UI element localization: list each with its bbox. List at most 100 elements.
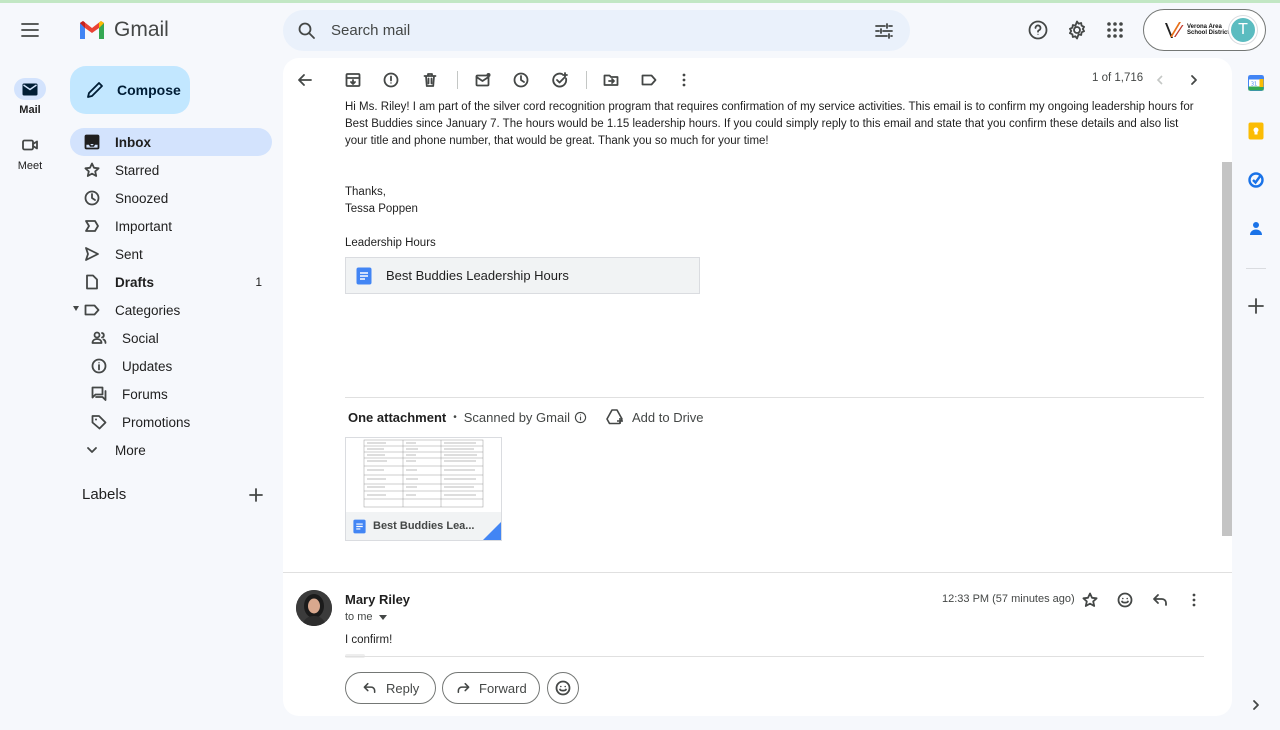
calendar-app-button[interactable]: 31 bbox=[1247, 74, 1265, 92]
add-to-drive-button[interactable]: Add to Drive bbox=[632, 410, 704, 425]
message-divider bbox=[283, 572, 1232, 573]
sidebar-item-label: Drafts bbox=[115, 274, 155, 290]
sidebar-item-social[interactable]: Social bbox=[70, 324, 272, 352]
top-accent-line bbox=[0, 0, 1280, 3]
emoji-reaction-button[interactable] bbox=[1115, 590, 1135, 610]
sidebar-item-snoozed[interactable]: Snoozed bbox=[70, 184, 272, 212]
report-spam-button[interactable] bbox=[381, 70, 401, 90]
sidebar-item-more[interactable]: More bbox=[70, 436, 272, 464]
caret-down-icon[interactable] bbox=[73, 306, 79, 311]
attachment-title: One attachment bbox=[348, 409, 447, 425]
attachment-thumbnail[interactable]: Best Buddies Lea... bbox=[345, 437, 502, 541]
sidebar-item-label: Inbox bbox=[115, 134, 151, 150]
calendar-icon: 31 bbox=[1248, 75, 1264, 91]
toolbar-divider bbox=[586, 71, 587, 89]
move-to-button[interactable] bbox=[601, 70, 621, 90]
forward-icon bbox=[457, 682, 470, 694]
star-button[interactable] bbox=[1080, 590, 1100, 610]
tasks-app-button[interactable] bbox=[1247, 171, 1265, 189]
older-button[interactable] bbox=[1184, 70, 1204, 90]
sidebar-item-categories[interactable]: Categories bbox=[70, 296, 272, 324]
reply-message-body: I confirm! bbox=[345, 634, 393, 646]
sidebar-item-promotions[interactable]: Promotions bbox=[70, 408, 272, 436]
google-docs-icon bbox=[353, 519, 366, 533]
sidebar-item-inbox[interactable]: Inbox bbox=[70, 128, 272, 156]
apps-grid-icon bbox=[1107, 22, 1123, 38]
sidebar-item-sent[interactable]: Sent bbox=[70, 240, 272, 268]
search-input[interactable]: Search mail bbox=[331, 22, 874, 39]
back-button[interactable] bbox=[295, 70, 315, 90]
rail-meet[interactable]: Meet bbox=[6, 134, 54, 172]
main-menu-button[interactable] bbox=[14, 14, 46, 46]
keep-app-button[interactable] bbox=[1247, 122, 1265, 140]
forum-icon bbox=[91, 386, 107, 401]
gear-icon bbox=[1069, 20, 1085, 40]
hamburger-icon bbox=[21, 23, 39, 37]
message-more-button[interactable] bbox=[1184, 590, 1204, 610]
sidebar-item-updates[interactable]: Updates bbox=[70, 352, 272, 380]
search-bar[interactable]: Search mail bbox=[283, 10, 910, 51]
attachment-divider bbox=[345, 397, 1204, 398]
react-button[interactable] bbox=[547, 672, 579, 704]
inbox-icon bbox=[84, 134, 100, 150]
support-button[interactable] bbox=[1024, 16, 1052, 44]
mail-icon bbox=[22, 83, 38, 95]
get-addons-button[interactable] bbox=[1247, 297, 1265, 315]
side-panel-divider bbox=[1246, 268, 1266, 269]
settings-button[interactable] bbox=[1063, 16, 1091, 44]
contacts-app-button[interactable] bbox=[1247, 219, 1265, 237]
sender-name[interactable]: Mary Riley bbox=[345, 592, 410, 607]
google-doc-chip[interactable]: Best Buddies Leadership Hours bbox=[345, 257, 700, 294]
caret-down-icon[interactable] bbox=[378, 614, 387, 620]
avatar[interactable]: T bbox=[1229, 16, 1257, 44]
toolbar-divider bbox=[457, 71, 458, 89]
chevron-right-icon bbox=[1191, 75, 1197, 85]
gmail-logo[interactable]: Gmail bbox=[78, 18, 169, 42]
sidebar-item-label: Snoozed bbox=[115, 190, 169, 206]
rail-mail-label: Mail bbox=[19, 104, 41, 116]
reply-button[interactable]: Reply bbox=[345, 672, 436, 704]
compose-button[interactable]: Compose bbox=[70, 66, 190, 114]
sidebar-item-important[interactable]: Important bbox=[70, 212, 272, 240]
clock-icon bbox=[513, 72, 529, 88]
google-docs-icon bbox=[356, 267, 372, 284]
sender-avatar[interactable] bbox=[296, 590, 332, 626]
attachment-footer: Best Buddies Lea... bbox=[346, 512, 501, 540]
rail-mail[interactable]: Mail bbox=[6, 78, 54, 116]
forward-button[interactable]: Forward bbox=[442, 672, 540, 704]
info-icon[interactable] bbox=[574, 411, 587, 424]
labels-button[interactable] bbox=[639, 70, 659, 90]
scrollbar[interactable] bbox=[1222, 162, 1232, 536]
recipient-details[interactable]: to me bbox=[345, 611, 387, 623]
scanned-label: Scanned by Gmail bbox=[463, 409, 570, 425]
sidebar-item-drafts[interactable]: Drafts 1 bbox=[70, 268, 272, 296]
important-icon bbox=[85, 220, 99, 232]
reply-button-inline[interactable] bbox=[1150, 590, 1170, 610]
more-options-button[interactable] bbox=[674, 70, 694, 90]
keep-icon bbox=[1248, 122, 1264, 140]
labels-heading: Labels bbox=[82, 486, 127, 503]
add-label-icon[interactable] bbox=[248, 487, 264, 503]
search-options-icon[interactable] bbox=[874, 21, 894, 41]
show-side-panel-button[interactable] bbox=[1247, 696, 1265, 714]
archive-button[interactable] bbox=[343, 70, 363, 90]
account-button[interactable]: Verona Area School District T bbox=[1143, 9, 1266, 51]
delete-button[interactable] bbox=[420, 70, 440, 90]
add-task-icon bbox=[552, 72, 568, 88]
apps-button[interactable] bbox=[1101, 16, 1129, 44]
add-to-drive-icon[interactable] bbox=[605, 408, 625, 426]
pagination-count: 1 of 1,716 bbox=[1092, 72, 1144, 84]
newer-button[interactable] bbox=[1150, 70, 1170, 90]
sidebar-item-starred[interactable]: Starred bbox=[70, 156, 272, 184]
sidebar-item-forums[interactable]: Forums bbox=[70, 380, 272, 408]
tag-icon bbox=[91, 415, 107, 430]
search-icon[interactable] bbox=[297, 21, 317, 41]
mark-unread-button[interactable] bbox=[473, 70, 493, 90]
people-icon bbox=[91, 331, 107, 344]
sidebar-item-label: Promotions bbox=[122, 414, 191, 430]
sidebar-item-label: Categories bbox=[115, 302, 181, 318]
add-to-tasks-button[interactable] bbox=[550, 70, 570, 90]
footer-divider bbox=[345, 656, 1204, 657]
snooze-button[interactable] bbox=[511, 70, 531, 90]
compose-label: Compose bbox=[117, 82, 181, 98]
